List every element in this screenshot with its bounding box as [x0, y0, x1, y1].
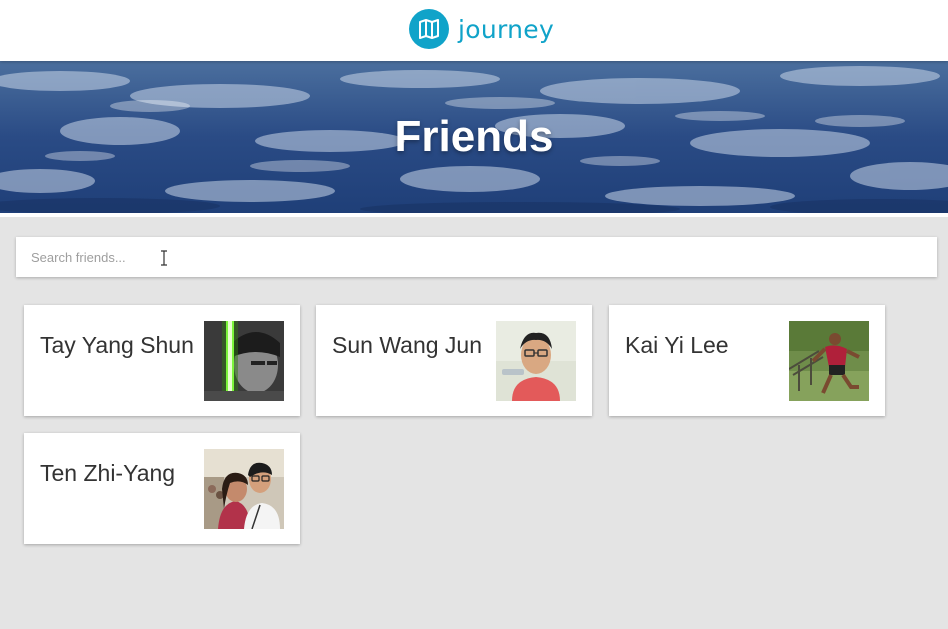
friend-card[interactable]: Ten Zhi-Yang: [24, 433, 300, 544]
brand-name: journey: [458, 14, 555, 44]
avatar-lightsaber-portrait-icon: [204, 321, 284, 401]
avatar-running-outdoor-icon: [789, 321, 869, 401]
hero-banner: Friends: [0, 61, 948, 213]
friend-card[interactable]: Sun Wang Jun: [316, 305, 592, 416]
friend-name: Sun Wang Jun: [332, 332, 483, 358]
text-cursor-icon: [161, 250, 167, 266]
search-friends-input[interactable]: [16, 237, 937, 277]
search-bar: [16, 237, 937, 277]
friend-card[interactable]: Tay Yang Shun: [24, 305, 300, 416]
friend-photo: [496, 321, 576, 401]
friend-name: Tay Yang Shun: [40, 332, 194, 358]
friend-card[interactable]: Kai Yi Lee: [609, 305, 885, 416]
friend-name: Kai Yi Lee: [625, 332, 729, 358]
friend-photo: [789, 321, 869, 401]
hero-divider: [0, 213, 948, 217]
top-navbar: journey: [0, 0, 948, 61]
friend-photo: [204, 449, 284, 529]
avatar-couple-selfie-icon: [204, 449, 284, 529]
map-icon: [409, 9, 449, 49]
page-title: Friends: [394, 112, 554, 161]
friend-photo: [204, 321, 284, 401]
friend-name: Ten Zhi-Yang: [40, 460, 176, 486]
brand-logo-link[interactable]: journey: [409, 9, 554, 49]
avatar-glasses-portrait-icon: [496, 321, 576, 401]
